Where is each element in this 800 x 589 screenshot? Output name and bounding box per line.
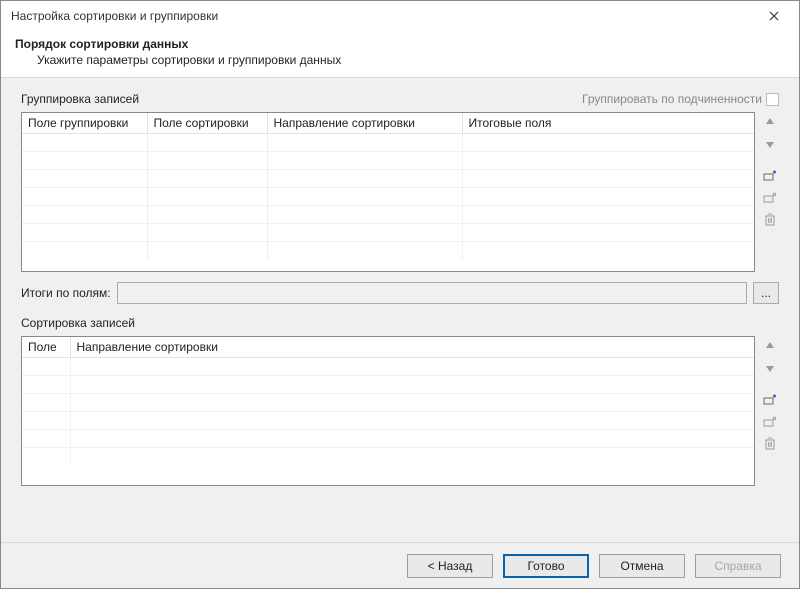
totals-label: Итоги по полям: xyxy=(21,286,111,300)
table-row[interactable] xyxy=(22,152,754,170)
arrow-down-icon xyxy=(764,362,776,374)
finish-button[interactable]: Готово xyxy=(503,554,589,578)
dialog-window: Настройка сортировки и группировки Поряд… xyxy=(0,0,800,589)
totals-input[interactable] xyxy=(117,282,747,304)
table-row[interactable] xyxy=(22,376,754,394)
subheader-desc: Укажите параметры сортировки и группиров… xyxy=(15,53,785,67)
grouping-header-row: Группировка записей Группировать по подч… xyxy=(21,92,779,106)
table-row[interactable] xyxy=(22,224,754,242)
col-totals[interactable]: Итоговые поля xyxy=(462,113,754,134)
add-row-button[interactable] xyxy=(762,392,778,408)
subheader-heading: Порядок сортировки данных xyxy=(15,37,785,51)
add-row-icon xyxy=(763,394,777,406)
table-row[interactable] xyxy=(22,170,754,188)
remove-row-icon xyxy=(763,192,777,204)
back-button[interactable]: < Назад xyxy=(407,554,493,578)
titlebar: Настройка сортировки и группировки xyxy=(1,1,799,31)
close-icon xyxy=(769,11,779,21)
clear-all-button[interactable] xyxy=(762,436,778,452)
sorting-grid-row: Поле Направление сортировки xyxy=(21,336,779,486)
sorting-grid[interactable]: Поле Направление сортировки xyxy=(21,336,755,486)
arrow-up-icon xyxy=(764,340,776,352)
help-button: Справка xyxy=(695,554,781,578)
col-sort-dir[interactable]: Направление сортировки xyxy=(267,113,462,134)
table-row[interactable] xyxy=(22,206,754,224)
subheader: Порядок сортировки данных Укажите параме… xyxy=(1,31,799,78)
move-up-button[interactable] xyxy=(762,338,778,354)
move-up-button[interactable] xyxy=(762,114,778,130)
add-row-icon xyxy=(763,170,777,182)
cancel-button[interactable]: Отмена xyxy=(599,554,685,578)
table-row[interactable] xyxy=(22,448,754,466)
totals-row: Итоги по полям: ... xyxy=(21,282,779,304)
trash-icon xyxy=(764,213,776,227)
trash-icon xyxy=(764,437,776,451)
checkbox-icon xyxy=(766,93,779,106)
grouping-grid-row: Поле группировки Поле сортировки Направл… xyxy=(21,112,779,272)
sorting-label: Сортировка записей xyxy=(21,316,779,330)
grouping-label: Группировка записей xyxy=(21,92,139,106)
table-row[interactable] xyxy=(22,358,754,376)
arrow-down-icon xyxy=(764,138,776,150)
window-title: Настройка сортировки и группировки xyxy=(11,9,757,23)
table-row[interactable] xyxy=(22,134,754,152)
group-by-subordination-checkbox[interactable]: Группировать по подчиненности xyxy=(582,92,779,106)
add-row-button[interactable] xyxy=(762,168,778,184)
remove-row-button[interactable] xyxy=(762,190,778,206)
col-sort-field[interactable]: Поле сортировки xyxy=(147,113,267,134)
clear-all-button[interactable] xyxy=(762,212,778,228)
grouping-side-toolbar xyxy=(761,112,779,272)
table-row[interactable] xyxy=(22,430,754,448)
table-row[interactable] xyxy=(22,188,754,206)
col-field[interactable]: Поле xyxy=(22,337,70,358)
arrow-up-icon xyxy=(764,116,776,128)
remove-row-button[interactable] xyxy=(762,414,778,430)
table-row[interactable] xyxy=(22,412,754,430)
footer: < Назад Готово Отмена Справка xyxy=(1,542,799,588)
sorting-side-toolbar xyxy=(761,336,779,486)
close-button[interactable] xyxy=(757,4,791,28)
table-row[interactable] xyxy=(22,394,754,412)
move-down-button[interactable] xyxy=(762,360,778,376)
table-row[interactable] xyxy=(22,242,754,260)
totals-browse-button[interactable]: ... xyxy=(753,282,779,304)
group-by-subordination-label: Группировать по подчиненности xyxy=(582,92,762,106)
col-group-field[interactable]: Поле группировки xyxy=(22,113,147,134)
move-down-button[interactable] xyxy=(762,136,778,152)
col-sort-dir-2[interactable]: Направление сортировки xyxy=(70,337,754,358)
main-panel: Группировка записей Группировать по подч… xyxy=(1,78,799,542)
grouping-grid[interactable]: Поле группировки Поле сортировки Направл… xyxy=(21,112,755,272)
remove-row-icon xyxy=(763,416,777,428)
